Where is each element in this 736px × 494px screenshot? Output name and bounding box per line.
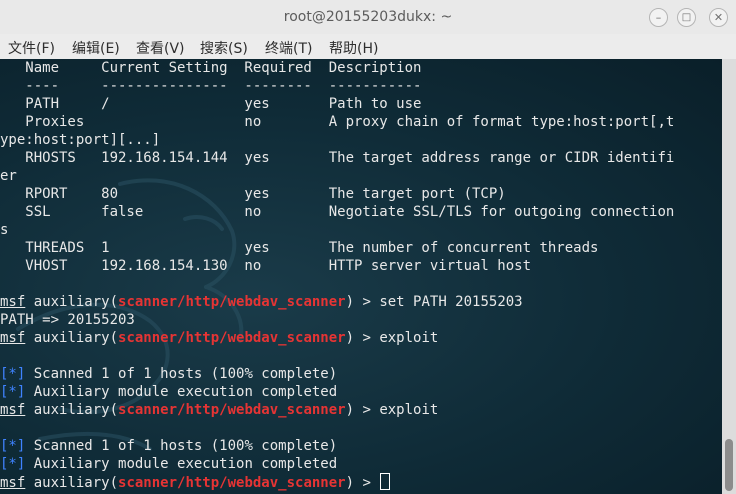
status-tag: [*] xyxy=(0,366,26,382)
window-title: root@20155203dukx: ~ xyxy=(283,9,453,25)
prompt-text: ) > xyxy=(345,294,380,310)
status-text: Auxiliary module execution completed xyxy=(25,456,338,472)
module-name: scanner/http/webdav_scanner xyxy=(118,294,346,310)
option-line-path: PATH / yes Path to use xyxy=(0,96,422,112)
status-tag: [*] xyxy=(0,438,26,454)
status-line: [*] Scanned 1 of 1 hosts (100% complete) xyxy=(0,437,337,455)
menu-search[interactable]: 搜索(S) xyxy=(200,38,248,58)
menu-terminal[interactable]: 终端(T) xyxy=(265,38,312,58)
prompt-text: ) > xyxy=(345,475,380,491)
prompt-msf: msf xyxy=(0,294,26,310)
scrollbar-thumb[interactable] xyxy=(725,439,733,491)
prompt-text: ) > xyxy=(345,330,380,346)
status-text: Scanned 1 of 1 hosts (100% complete) xyxy=(25,438,338,454)
prompt-text: auxiliary( xyxy=(25,475,119,491)
command-text: set PATH 20155203 xyxy=(379,294,523,310)
option-line-proxies: Proxies no A proxy chain of format type:… xyxy=(0,114,675,130)
prompt-text: ) > xyxy=(345,402,380,418)
command-text: exploit xyxy=(379,330,439,346)
title-bar[interactable]: root@20155203dukx: ~ – □ ✕ xyxy=(0,0,736,35)
prompt-msf: msf xyxy=(0,402,26,418)
prompt-text: auxiliary( xyxy=(25,402,119,418)
menu-bar: 文件(F) 编辑(E) 查看(V) 搜索(S) 终端(T) 帮助(H) xyxy=(0,34,736,60)
status-tag: [*] xyxy=(0,384,26,400)
option-line-rhosts: RHOSTS 192.168.154.144 yes The target ad… xyxy=(0,150,675,166)
module-name: scanner/http/webdav_scanner xyxy=(118,330,346,346)
active-prompt-line[interactable]: msf auxiliary(scanner/http/webdav_scanne… xyxy=(0,473,391,491)
set-result-line: PATH => 20155203 xyxy=(0,312,135,328)
options-rule: ---- --------------- -------- ----------… xyxy=(0,78,422,94)
status-tag: [*] xyxy=(0,456,26,472)
module-name: scanner/http/webdav_scanner xyxy=(118,402,346,418)
status-line: [*] Auxiliary module execution completed xyxy=(0,383,337,401)
option-line-proxies-wrap: ype:host:port][...] xyxy=(0,132,161,148)
menu-help[interactable]: 帮助(H) xyxy=(329,38,378,58)
prompt-msf: msf xyxy=(0,475,26,491)
prompt-msf: msf xyxy=(0,330,26,346)
prompt-line-set: msf auxiliary(scanner/http/webdav_scanne… xyxy=(0,293,523,311)
prompt-line-exploit: msf auxiliary(scanner/http/webdav_scanne… xyxy=(0,329,438,347)
option-line-rport: RPORT 80 yes The target port (TCP) xyxy=(0,186,506,202)
module-name: scanner/http/webdav_scanner xyxy=(118,475,346,491)
prompt-line-exploit: msf auxiliary(scanner/http/webdav_scanne… xyxy=(0,401,438,419)
menu-edit[interactable]: 编辑(E) xyxy=(72,38,120,58)
prompt-text: auxiliary( xyxy=(25,294,119,310)
option-line-vhost: VHOST 192.168.154.130 no HTTP server vir… xyxy=(0,258,532,274)
option-line-rhosts-wrap: er xyxy=(0,168,17,184)
option-line-ssl-wrap: s xyxy=(0,222,9,238)
status-text: Auxiliary module execution completed xyxy=(25,384,338,400)
status-line: [*] Scanned 1 of 1 hosts (100% complete) xyxy=(0,365,337,383)
options-header: Name Current Setting Required Descriptio… xyxy=(0,60,422,76)
menu-view[interactable]: 查看(V) xyxy=(136,38,185,58)
close-button[interactable]: ✕ xyxy=(709,8,728,27)
vertical-scrollbar[interactable] xyxy=(722,59,736,494)
maximize-button[interactable]: □ xyxy=(677,8,696,27)
text-cursor[interactable] xyxy=(380,473,391,490)
prompt-text: auxiliary( xyxy=(25,330,119,346)
terminal-window: root@20155203dukx: ~ – □ ✕ 文件(F) 编辑(E) 查… xyxy=(0,0,736,494)
status-text: Scanned 1 of 1 hosts (100% complete) xyxy=(25,366,338,382)
option-line-threads: THREADS 1 yes The number of concurrent t… xyxy=(0,240,599,256)
menu-file[interactable]: 文件(F) xyxy=(8,38,55,58)
minimize-button[interactable]: – xyxy=(649,8,668,27)
status-line: [*] Auxiliary module execution completed xyxy=(0,455,337,473)
terminal-output[interactable]: Name Current Setting Required Descriptio… xyxy=(0,59,722,494)
option-line-ssl: SSL false no Negotiate SSL/TLS for outgo… xyxy=(0,204,675,220)
command-text: exploit xyxy=(379,402,439,418)
